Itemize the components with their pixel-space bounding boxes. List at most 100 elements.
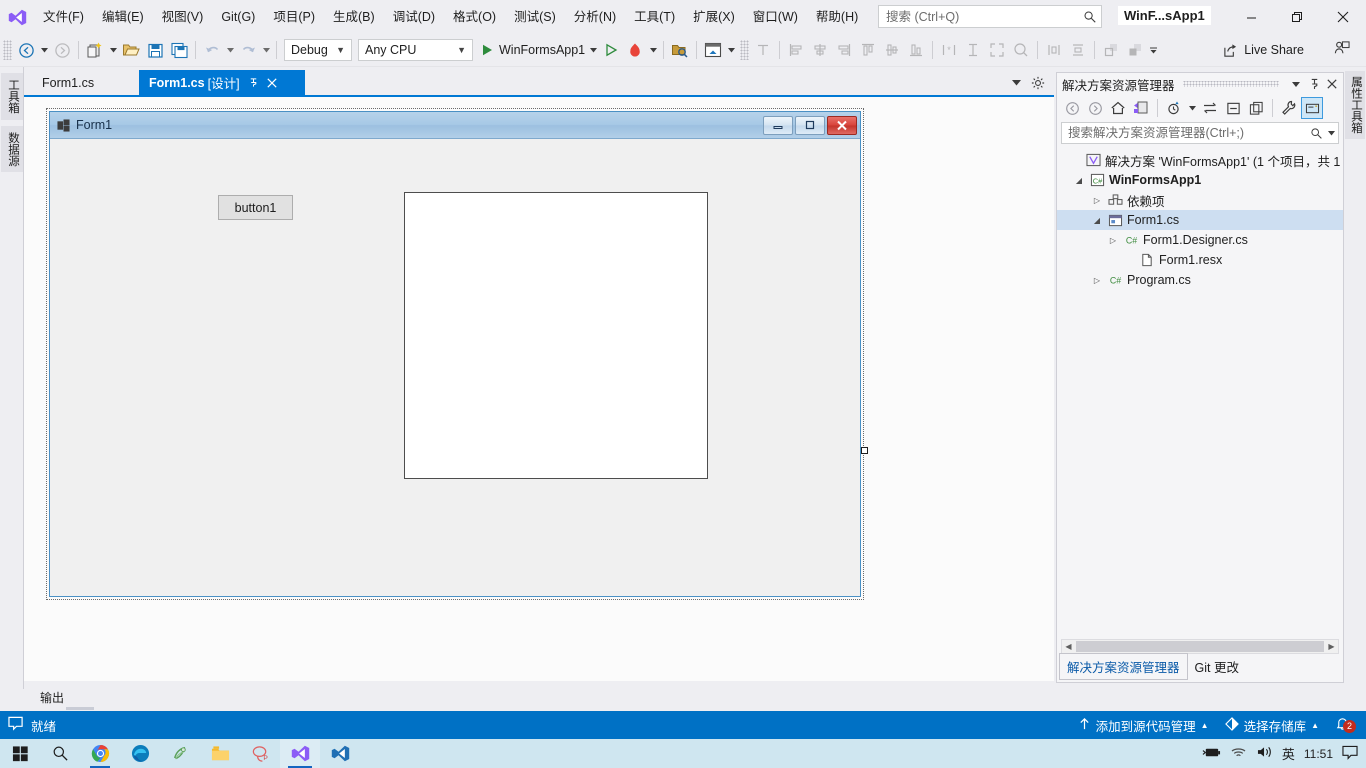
menu-test[interactable]: 测试(S) xyxy=(505,4,565,30)
menu-analyze[interactable]: 分析(N) xyxy=(565,4,625,30)
panel-dropdown-icon[interactable] xyxy=(1287,74,1305,94)
solution-tree[interactable]: 解决方案 'WinFormsApp1' (1 个项目，共 1 ◢ C# WinF… xyxy=(1057,150,1343,290)
se-pending-changes-icon[interactable] xyxy=(1163,97,1185,119)
menu-edit[interactable]: 编辑(E) xyxy=(93,4,153,30)
global-search-box[interactable] xyxy=(878,5,1102,28)
solution-configuration-combo[interactable]: Debug ▼ xyxy=(284,39,352,61)
make-same-width-button[interactable]: * xyxy=(937,38,961,62)
toolbar-grip[interactable] xyxy=(3,40,12,60)
align-tops-button[interactable] xyxy=(856,38,880,62)
add-to-source-control-button[interactable]: 添加到源代码管理 ▲ xyxy=(1073,714,1214,737)
search-options-dropdown[interactable] xyxy=(1325,123,1338,143)
undo-button[interactable] xyxy=(200,38,224,62)
gear-icon[interactable] xyxy=(1028,72,1048,94)
toolbar-overflow-button[interactable] xyxy=(1147,38,1159,62)
se-forward-icon[interactable] xyxy=(1084,97,1106,119)
form-close-button[interactable] xyxy=(827,115,857,135)
close-button[interactable] xyxy=(1320,0,1366,34)
panel-drag-handle[interactable] xyxy=(1182,81,1279,87)
search-input[interactable] xyxy=(879,9,1079,24)
start-without-debugging-button[interactable] xyxy=(599,38,623,62)
tab-output[interactable]: 输出 xyxy=(32,687,72,708)
align-rights-button[interactable] xyxy=(832,38,856,62)
menu-extensions[interactable]: 扩展(X) xyxy=(684,4,744,30)
new-project-dropdown[interactable] xyxy=(107,38,119,62)
taskbar-vscode-button[interactable] xyxy=(320,739,360,768)
redo-button[interactable] xyxy=(236,38,260,62)
notification-center-icon[interactable] xyxy=(1342,745,1358,763)
menu-build[interactable]: 生成(B) xyxy=(324,4,384,30)
tree-expander-collapsed[interactable]: ▷ xyxy=(1089,196,1105,205)
form-designer-surface[interactable]: Form1 button1 xyxy=(24,97,1054,681)
taskbar-chrome-button[interactable] xyxy=(80,739,120,768)
taskbar-app5-button[interactable] xyxy=(160,739,200,768)
taskbar-clock[interactable]: 11:51 xyxy=(1304,747,1333,761)
toolbar-grip[interactable] xyxy=(740,40,750,60)
tree-node-form1-cs[interactable]: ◢ Form1.cs xyxy=(1057,210,1343,230)
menu-project[interactable]: 项目(P) xyxy=(264,4,324,30)
panel-close-icon[interactable] xyxy=(1323,74,1341,94)
send-to-back-button[interactable] xyxy=(1123,38,1147,62)
tab-order-button[interactable] xyxy=(751,38,775,62)
navigate-backward-button[interactable] xyxy=(14,38,38,62)
tree-node-solution[interactable]: 解决方案 'WinFormsApp1' (1 个项目，共 1 xyxy=(1057,150,1343,170)
start-debugging-dropdown[interactable] xyxy=(587,38,599,62)
align-lefts-button[interactable] xyxy=(784,38,808,62)
sidebar-item-toolbox[interactable]: 工具箱 xyxy=(1,73,23,120)
designer-view-dropdown[interactable] xyxy=(725,38,737,62)
taskbar-edge-button[interactable] xyxy=(120,739,160,768)
se-preview-selected-items-icon[interactable] xyxy=(1301,97,1323,119)
active-files-dropdown-button[interactable] xyxy=(1006,72,1026,94)
sidebar-item-properties-toolbox[interactable]: 属性工具箱 xyxy=(1345,71,1365,139)
resize-handle-right[interactable] xyxy=(861,447,868,454)
hot-reload-dropdown[interactable] xyxy=(647,38,659,62)
save-all-button[interactable] xyxy=(167,38,191,62)
menu-debug[interactable]: 调试(D) xyxy=(384,4,444,30)
navigate-forward-button[interactable] xyxy=(50,38,74,62)
panel-pin-icon[interactable] xyxy=(1305,74,1323,94)
align-centers-button[interactable] xyxy=(808,38,832,62)
form-maximize-button[interactable] xyxy=(795,115,825,135)
taskbar-file-explorer-button[interactable] xyxy=(200,739,240,768)
vertical-spacing-button[interactable] xyxy=(1066,38,1090,62)
redo-dropdown[interactable] xyxy=(260,38,272,62)
start-debugging-button[interactable]: WinFormsApp1 xyxy=(476,38,587,62)
maximize-restore-button[interactable] xyxy=(1274,0,1320,34)
size-to-grid-button[interactable] xyxy=(985,38,1009,62)
tree-expander-collapsed[interactable]: ▷ xyxy=(1105,236,1121,245)
form-minimize-button[interactable] xyxy=(763,115,793,135)
se-back-icon[interactable] xyxy=(1061,97,1083,119)
tab-solution-explorer[interactable]: 解决方案资源管理器 xyxy=(1059,653,1188,680)
wifi-icon[interactable] xyxy=(1230,746,1247,762)
tab-git-changes[interactable]: Git 更改 xyxy=(1188,654,1246,679)
menu-window[interactable]: 窗口(W) xyxy=(744,4,807,30)
scroll-right-icon[interactable]: ▶ xyxy=(1325,642,1338,651)
tree-expander-expanded[interactable]: ◢ xyxy=(1071,176,1087,185)
designer-view-button[interactable] xyxy=(701,38,725,62)
select-repository-button[interactable]: 选择存储库 ▲ xyxy=(1220,714,1324,737)
live-share-button[interactable]: Live Share xyxy=(1219,38,1308,62)
account-manager-icon[interactable] xyxy=(1333,40,1350,62)
volume-icon[interactable] xyxy=(1256,745,1273,762)
scrollbar-thumb[interactable] xyxy=(1076,641,1324,652)
tree-node-project[interactable]: ◢ C# WinFormsApp1 xyxy=(1057,170,1343,190)
menu-format[interactable]: 格式(O) xyxy=(444,4,505,30)
pin-icon[interactable] xyxy=(248,77,259,88)
menu-help[interactable]: 帮助(H) xyxy=(807,4,867,30)
open-file-button[interactable] xyxy=(119,38,143,62)
close-icon[interactable] xyxy=(266,77,277,88)
tree-expander-collapsed[interactable]: ▷ xyxy=(1089,276,1105,285)
se-pending-changes-dropdown[interactable] xyxy=(1186,97,1198,119)
sidebar-item-data-sources[interactable]: 数据源 xyxy=(1,125,23,172)
solution-platform-combo[interactable]: Any CPU ▼ xyxy=(358,39,473,61)
se-sync-with-document-icon[interactable] xyxy=(1130,97,1152,119)
solution-explorer-search-input[interactable] xyxy=(1062,126,1307,140)
navigate-backward-dropdown[interactable] xyxy=(38,38,50,62)
se-properties-icon[interactable] xyxy=(1278,97,1300,119)
form-selection-container[interactable]: Form1 button1 xyxy=(46,108,864,600)
bring-to-front-button[interactable] xyxy=(1099,38,1123,62)
horizontal-spacing-button[interactable] xyxy=(1042,38,1066,62)
start-button[interactable] xyxy=(0,739,40,768)
tree-node-program-cs[interactable]: ▷ C# Program.cs xyxy=(1057,270,1343,290)
designed-form[interactable]: Form1 button1 xyxy=(49,111,861,597)
